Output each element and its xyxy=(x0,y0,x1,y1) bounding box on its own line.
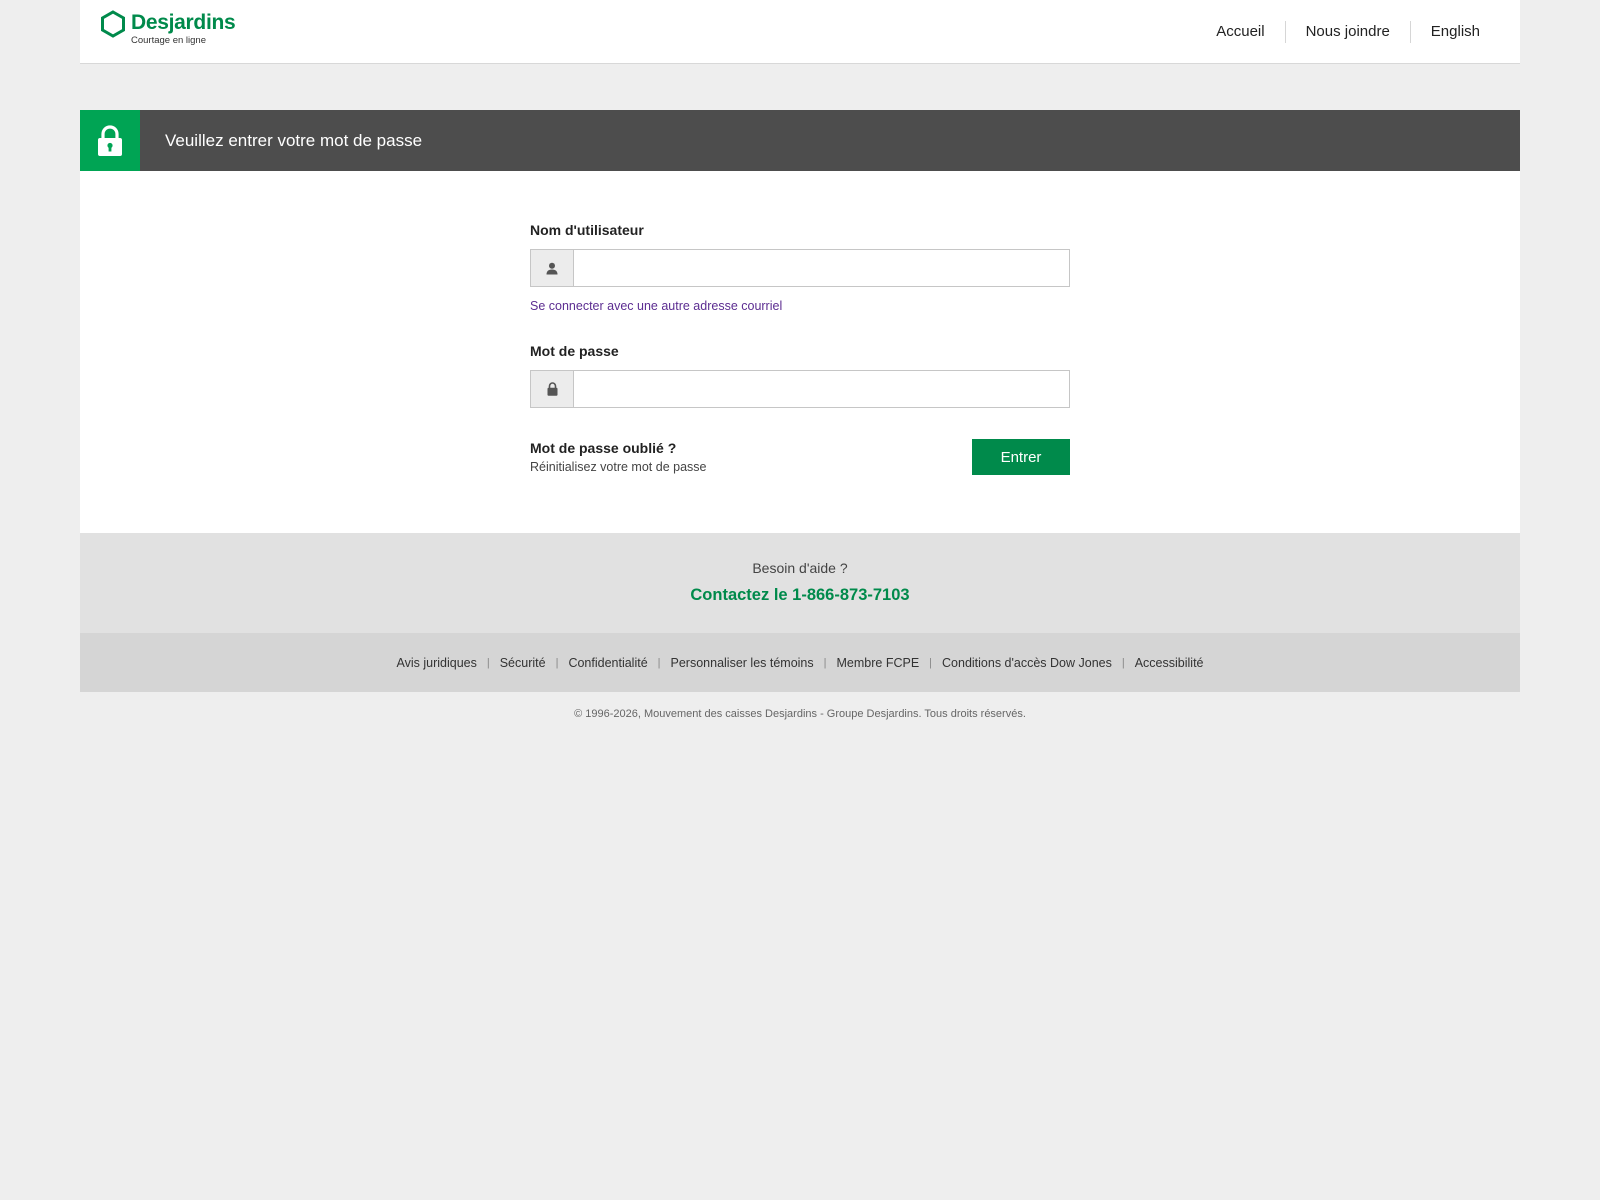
contact-phone-link[interactable]: Contactez le 1-866-873-7103 xyxy=(690,585,909,605)
site-header: Desjardins Courtage en ligne Accueil Nou… xyxy=(80,0,1520,64)
page: Desjardins Courtage en ligne Accueil Nou… xyxy=(80,0,1520,721)
username-input-group xyxy=(530,249,1070,287)
lock-icon xyxy=(547,382,557,396)
reset-password-link[interactable]: Réinitialisez votre mot de passe xyxy=(530,459,706,475)
footer-link-confidentialite[interactable]: Confidentialité xyxy=(568,655,647,671)
password-field: Mot de passe xyxy=(530,342,1070,408)
title-banner: Veuillez entrer votre mot de passe xyxy=(80,110,1520,171)
copyright: © 1996-2026, Mouvement des caisses Desja… xyxy=(574,708,1026,720)
password-addon xyxy=(531,371,574,407)
page-title: Veuillez entrer votre mot de passe xyxy=(165,130,423,150)
user-icon xyxy=(546,262,558,274)
hexagon-logo-icon xyxy=(101,10,125,38)
username-input[interactable] xyxy=(574,250,1069,286)
help-question: Besoin d'aide ? xyxy=(752,560,848,576)
password-input[interactable] xyxy=(574,371,1069,407)
logo-text: Desjardins Courtage en ligne xyxy=(131,10,236,46)
footer-link-dow-jones[interactable]: Conditions d'accès Dow Jones xyxy=(942,655,1112,671)
footer-link-accessibilite[interactable]: Accessibilité xyxy=(1135,655,1204,671)
submit-button[interactable]: Entrer xyxy=(972,439,1070,475)
password-input-group xyxy=(530,370,1070,408)
brand-subtitle: Courtage en ligne xyxy=(131,35,206,46)
username-label: Nom d'utilisateur xyxy=(530,222,644,238)
footer-separator: | xyxy=(929,656,933,669)
login-form: Nom d'utilisateur Se connecter avec une … xyxy=(530,221,1070,475)
form-footer: Mot de passe oublié ? Réinitialisez votr… xyxy=(530,439,1070,475)
banner-icon-box xyxy=(80,110,140,171)
footer-separator: | xyxy=(486,656,490,669)
nav-link-english[interactable]: English xyxy=(1409,21,1500,43)
forgot-password-block: Mot de passe oublié ? Réinitialisez votr… xyxy=(530,439,706,475)
footer-separator: | xyxy=(657,656,661,669)
brand-name: Desjardins xyxy=(131,11,236,34)
username-addon xyxy=(531,250,574,286)
footer-separator: | xyxy=(1121,656,1125,669)
footer-link-avis-juridiques[interactable]: Avis juridiques xyxy=(396,655,476,671)
footer-link-fcpe[interactable]: Membre FCPE xyxy=(837,655,920,671)
login-panel: Nom d'utilisateur Se connecter avec une … xyxy=(80,171,1520,533)
top-navigation: Accueil Nous joindre English xyxy=(1196,21,1500,43)
lock-icon xyxy=(98,124,122,156)
desjardins-logo[interactable]: Desjardins Courtage en ligne xyxy=(100,10,236,46)
footer-links: Avis juridiques | Sécurité | Confidentia… xyxy=(80,633,1520,692)
footer-link-temoins[interactable]: Personnaliser les témoins xyxy=(671,655,814,671)
footer-link-securite[interactable]: Sécurité xyxy=(500,655,546,671)
help-section: Besoin d'aide ? Contactez le 1-866-873-7… xyxy=(80,533,1520,633)
forgot-password-title: Mot de passe oublié ? xyxy=(530,440,677,456)
alt-email-link[interactable]: Se connecter avec une autre adresse cour… xyxy=(530,298,1070,314)
nav-link-nous-joindre[interactable]: Nous joindre xyxy=(1284,21,1410,43)
footer-separator: | xyxy=(823,656,827,669)
footer-separator: | xyxy=(555,656,559,669)
nav-link-accueil[interactable]: Accueil xyxy=(1196,21,1284,43)
password-label: Mot de passe xyxy=(530,343,619,359)
